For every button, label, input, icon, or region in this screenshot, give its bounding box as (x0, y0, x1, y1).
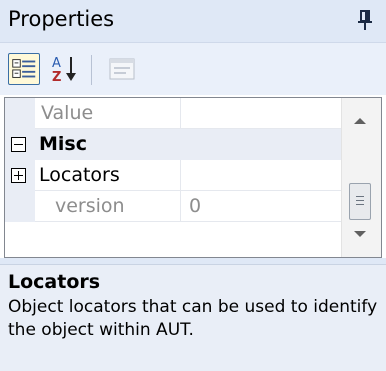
vertical-scrollbar[interactable] (341, 98, 381, 257)
property-row-locators[interactable]: Locators (5, 160, 341, 191)
property-value-cell[interactable] (181, 160, 341, 191)
toolbar-separator (91, 55, 92, 85)
svg-text:Z: Z (52, 70, 61, 85)
property-pages-button[interactable] (106, 53, 138, 85)
scrollbar-thumb[interactable] (349, 183, 371, 220)
grid-header-row: Value (5, 98, 341, 129)
panel-title: Properties (8, 7, 115, 31)
scroll-up-icon[interactable] (354, 118, 366, 124)
header-name: Value (41, 102, 94, 124)
toolbar: A Z (0, 43, 386, 95)
sort-alphabetical-icon: A Z (52, 56, 76, 85)
property-value-cell[interactable]: 0 (181, 191, 341, 222)
expand-icon[interactable] (11, 168, 26, 183)
properties-panel: Properties A Z Value Misc Locators versi… (0, 0, 386, 371)
property-grid: Value Misc Locators version 0 (4, 97, 382, 258)
property-rows: Value Misc Locators version 0 (5, 98, 341, 257)
pushpin-icon[interactable] (354, 8, 376, 32)
property-row-version[interactable]: version 0 (5, 191, 341, 222)
category-row-misc[interactable]: Misc (5, 129, 341, 160)
categorized-button[interactable] (8, 53, 40, 85)
category-label: Misc (39, 133, 87, 155)
description-pane: Locators Object locators that can be use… (0, 264, 386, 371)
property-pages-icon (109, 58, 135, 80)
svg-text:A: A (52, 56, 61, 71)
categorized-icon (12, 59, 36, 78)
collapse-icon[interactable] (11, 137, 26, 152)
property-name: version (55, 195, 125, 217)
scroll-down-icon[interactable] (354, 231, 366, 237)
sort-alphabetical-button[interactable]: A Z (50, 53, 82, 85)
property-name: Locators (39, 164, 120, 186)
description-text: Object locators that can be used to iden… (8, 297, 378, 340)
description-title: Locators (8, 271, 101, 293)
property-value: 0 (189, 195, 202, 217)
title-bar: Properties (0, 0, 386, 43)
